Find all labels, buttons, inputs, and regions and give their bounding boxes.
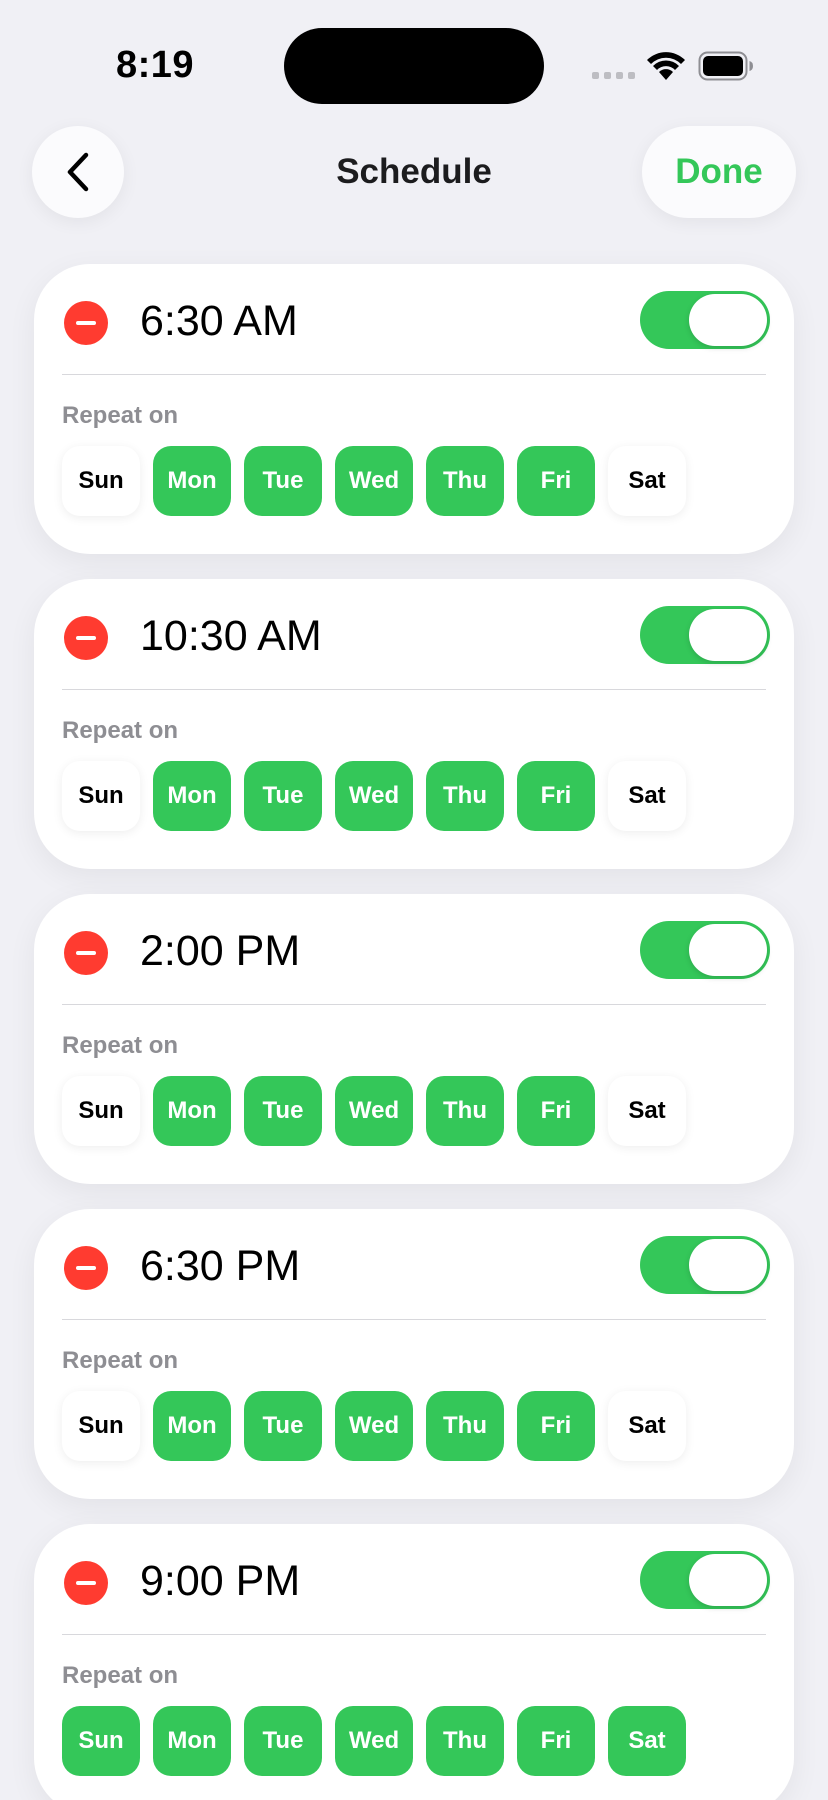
day-chip-fri[interactable]: Fri bbox=[517, 1706, 595, 1776]
battery-icon bbox=[698, 51, 753, 81]
day-chip-tue[interactable]: Tue bbox=[244, 446, 322, 516]
weekday-selector: Sun Mon Tue Wed Thu Fri Sat bbox=[62, 1076, 686, 1146]
schedule-enabled-toggle[interactable] bbox=[640, 921, 770, 979]
wifi-icon bbox=[647, 52, 685, 80]
day-chip-mon[interactable]: Mon bbox=[153, 446, 231, 516]
toggle-knob bbox=[689, 924, 767, 976]
repeat-on-label: Repeat on bbox=[62, 1347, 179, 1374]
schedule-enabled-toggle[interactable] bbox=[640, 1551, 770, 1609]
schedule-card: 9:00 PM Repeat on Sun Mon Tue Wed Thu Fri Sat bbox=[34, 1524, 794, 1800]
repeat-on-label: Repeat on bbox=[62, 1662, 179, 1689]
schedule-time[interactable]: 6:30 AM bbox=[140, 297, 298, 346]
day-chip-sat[interactable]: Sat bbox=[608, 1706, 686, 1776]
repeat-on-label: Repeat on bbox=[62, 1032, 179, 1059]
day-chip-mon[interactable]: Mon bbox=[153, 1076, 231, 1146]
weekday-selector: Sun Mon Tue Wed Thu Fri Sat bbox=[62, 1706, 686, 1776]
remove-schedule-button[interactable] bbox=[64, 301, 108, 345]
weekday-selector: Sun Mon Tue Wed Thu Fri Sat bbox=[62, 1391, 686, 1461]
day-chip-wed[interactable]: Wed bbox=[335, 446, 413, 516]
remove-schedule-button[interactable] bbox=[64, 1561, 108, 1605]
remove-schedule-button[interactable] bbox=[64, 616, 108, 660]
day-chip-tue[interactable]: Tue bbox=[244, 1391, 322, 1461]
schedule-time[interactable]: 9:00 PM bbox=[140, 1557, 300, 1606]
day-chip-fri[interactable]: Fri bbox=[517, 1076, 595, 1146]
day-chip-sat[interactable]: Sat bbox=[608, 761, 686, 831]
day-chip-tue[interactable]: Tue bbox=[244, 1076, 322, 1146]
day-chip-sat[interactable]: Sat bbox=[608, 1391, 686, 1461]
schedule-enabled-toggle[interactable] bbox=[640, 1236, 770, 1294]
day-chip-sun[interactable]: Sun bbox=[62, 1076, 140, 1146]
day-chip-thu[interactable]: Thu bbox=[426, 1706, 504, 1776]
schedule-card: 6:30 AM Repeat on Sun Mon Tue Wed Thu Fri Sat bbox=[34, 264, 794, 554]
day-chip-sun[interactable]: Sun bbox=[62, 761, 140, 831]
toggle-knob bbox=[689, 609, 767, 661]
remove-schedule-button[interactable] bbox=[64, 1246, 108, 1290]
status-bar: 8:19 bbox=[0, 0, 828, 120]
schedule-time[interactable]: 6:30 PM bbox=[140, 1242, 300, 1291]
day-chip-sat[interactable]: Sat bbox=[608, 446, 686, 516]
day-chip-mon[interactable]: Mon bbox=[153, 1706, 231, 1776]
schedule-enabled-toggle[interactable] bbox=[640, 291, 770, 349]
day-chip-mon[interactable]: Mon bbox=[153, 761, 231, 831]
day-chip-fri[interactable]: Fri bbox=[517, 761, 595, 831]
day-chip-tue[interactable]: Tue bbox=[244, 1706, 322, 1776]
schedule-enabled-toggle[interactable] bbox=[640, 606, 770, 664]
divider bbox=[62, 374, 766, 375]
schedule-card: 2:00 PM Repeat on Sun Mon Tue Wed Thu Fri Sat bbox=[34, 894, 794, 1184]
divider bbox=[62, 1634, 766, 1635]
status-time: 8:19 bbox=[116, 44, 195, 86]
day-chip-wed[interactable]: Wed bbox=[335, 1391, 413, 1461]
remove-schedule-button[interactable] bbox=[64, 931, 108, 975]
schedule-card: 6:30 PM Repeat on Sun Mon Tue Wed Thu Fri Sat bbox=[34, 1209, 794, 1499]
divider bbox=[62, 689, 766, 690]
day-chip-wed[interactable]: Wed bbox=[335, 761, 413, 831]
day-chip-thu[interactable]: Thu bbox=[426, 446, 504, 516]
repeat-on-label: Repeat on bbox=[62, 717, 179, 744]
done-button[interactable]: Done bbox=[642, 126, 796, 218]
weekday-selector: Sun Mon Tue Wed Thu Fri Sat bbox=[62, 761, 686, 831]
day-chip-sat[interactable]: Sat bbox=[608, 1076, 686, 1146]
schedule-list: 6:30 AM Repeat on Sun Mon Tue Wed Thu Fri Sat 10:… bbox=[34, 264, 794, 1800]
schedule-time[interactable]: 10:30 AM bbox=[140, 612, 322, 661]
schedule-card: 10:30 AM Repeat on Sun Mon Tue Wed Thu Fri Sat bbox=[34, 579, 794, 869]
day-chip-fri[interactable]: Fri bbox=[517, 446, 595, 516]
repeat-on-label: Repeat on bbox=[62, 402, 179, 429]
day-chip-sun[interactable]: Sun bbox=[62, 1706, 140, 1776]
divider bbox=[62, 1004, 766, 1005]
day-chip-tue[interactable]: Tue bbox=[244, 761, 322, 831]
schedule-screen: 8:19 Schedule Done 6:30 AM Repeat on Sun Mo… bbox=[0, 0, 828, 1800]
day-chip-thu[interactable]: Thu bbox=[426, 761, 504, 831]
day-chip-sun[interactable]: Sun bbox=[62, 446, 140, 516]
day-chip-thu[interactable]: Thu bbox=[426, 1076, 504, 1146]
nav-bar: Schedule Done bbox=[0, 126, 828, 220]
schedule-time[interactable]: 2:00 PM bbox=[140, 927, 300, 976]
day-chip-thu[interactable]: Thu bbox=[426, 1391, 504, 1461]
cellular-signal-icon bbox=[592, 72, 635, 79]
day-chip-fri[interactable]: Fri bbox=[517, 1391, 595, 1461]
day-chip-sun[interactable]: Sun bbox=[62, 1391, 140, 1461]
day-chip-mon[interactable]: Mon bbox=[153, 1391, 231, 1461]
day-chip-wed[interactable]: Wed bbox=[335, 1076, 413, 1146]
toggle-knob bbox=[689, 294, 767, 346]
dynamic-island bbox=[284, 28, 544, 104]
weekday-selector: Sun Mon Tue Wed Thu Fri Sat bbox=[62, 446, 686, 516]
day-chip-wed[interactable]: Wed bbox=[335, 1706, 413, 1776]
divider bbox=[62, 1319, 766, 1320]
toggle-knob bbox=[689, 1554, 767, 1606]
toggle-knob bbox=[689, 1239, 767, 1291]
